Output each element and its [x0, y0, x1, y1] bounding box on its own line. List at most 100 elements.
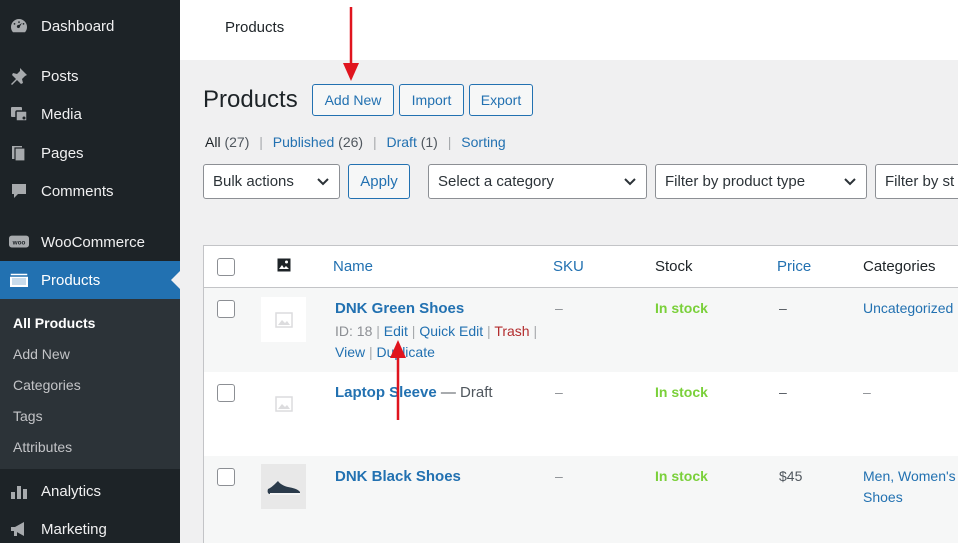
product-name-link[interactable]: DNK Green Shoes	[335, 300, 464, 317]
separator: |	[487, 323, 491, 339]
category-value: –	[863, 384, 871, 400]
megaphone-icon	[9, 519, 29, 539]
export-button[interactable]: Export	[469, 84, 533, 116]
image-column-icon	[277, 258, 291, 277]
menu-products[interactable]: Products	[0, 261, 180, 299]
placeholder-image-icon	[274, 311, 293, 328]
stock-status: In stock	[655, 300, 708, 316]
chevron-down-icon	[844, 178, 856, 186]
menu-woocommerce[interactable]: woo WooCommerce	[0, 223, 180, 261]
dashboard-icon	[9, 16, 29, 36]
annotation-arrow-up-icon	[390, 340, 406, 420]
menu-label: Posts	[41, 67, 79, 85]
category-value: Select a category	[438, 173, 554, 190]
shoe-image	[267, 480, 300, 495]
column-categories: Categories	[863, 258, 936, 275]
row-checkbox[interactable]	[217, 300, 235, 318]
separator: |	[533, 323, 538, 339]
menu-label: Dashboard	[41, 17, 115, 35]
header-title: Products	[225, 19, 285, 36]
menu-pages[interactable]: Pages	[0, 134, 180, 172]
products-table: Name SKU Stock Price Categories DNK Gree…	[203, 245, 958, 543]
submenu-attributes[interactable]: Attributes	[13, 439, 72, 455]
product-thumbnail[interactable]	[261, 381, 306, 426]
menu-label: WooCommerce	[41, 233, 145, 251]
products-submenu: All Products Add New Categories Tags Att…	[0, 299, 180, 469]
price-value: –	[779, 384, 787, 400]
apply-button[interactable]: Apply	[348, 164, 410, 199]
row-checkbox[interactable]	[217, 384, 235, 402]
table-row: DNK Green Shoes ID: 18 | Edit | Quick Ed…	[204, 288, 958, 372]
import-button[interactable]: Import	[399, 84, 464, 116]
table-header: Name SKU Stock Price Categories	[204, 246, 958, 288]
stock-status: In stock	[655, 468, 708, 484]
view-all[interactable]: All	[205, 134, 221, 150]
stock-status: In stock	[655, 384, 708, 400]
menu-label: Comments	[41, 182, 114, 200]
menu-media[interactable]: Media	[0, 95, 180, 133]
media-icon	[9, 104, 29, 124]
menu-label: Marketing	[41, 520, 107, 538]
chevron-down-icon	[317, 178, 329, 186]
stock-status-value: Filter by st	[885, 173, 955, 190]
product-id: ID: 18	[335, 323, 373, 339]
separator: |	[259, 134, 263, 150]
stock-status-select[interactable]: Filter by st	[875, 164, 958, 199]
sku-value: –	[555, 384, 563, 400]
add-new-button[interactable]: Add New	[312, 84, 394, 116]
column-sku[interactable]: SKU	[553, 258, 584, 275]
view-link[interactable]: View	[335, 344, 365, 360]
separator: |	[376, 323, 380, 339]
row-actions: ID: 18 | Edit | Quick Edit | Trash | Vie…	[335, 321, 550, 363]
submenu-add-new[interactable]: Add New	[13, 346, 70, 362]
view-draft[interactable]: Draft	[387, 134, 417, 150]
menu-comments[interactable]: Comments	[0, 172, 180, 210]
product-state: — Draft	[436, 384, 493, 401]
product-type-value: Filter by product type	[665, 173, 806, 190]
menu-marketing[interactable]: Marketing	[0, 510, 180, 543]
submenu-categories[interactable]: Categories	[13, 377, 81, 393]
admin-sidebar: Dashboard Posts Media Pages Comments woo…	[0, 0, 180, 543]
view-all-count: (27)	[224, 134, 250, 150]
category-links[interactable]: Men, Women's Shoes	[863, 466, 958, 508]
view-published[interactable]: Published	[273, 134, 335, 150]
product-thumbnail[interactable]	[261, 297, 306, 342]
product-thumbnail[interactable]	[261, 464, 306, 509]
menu-label: Products	[41, 271, 101, 289]
menu-posts[interactable]: Posts	[0, 57, 180, 95]
column-price[interactable]: Price	[777, 258, 811, 275]
submenu-all-products[interactable]: All Products	[13, 315, 95, 331]
archive-icon	[9, 270, 29, 290]
separator: |	[447, 134, 452, 150]
sku-value: –	[555, 300, 563, 316]
product-name-link[interactable]: DNK Black Shoes	[335, 468, 461, 485]
product-name-link[interactable]: Laptop Sleeve	[335, 384, 437, 401]
category-link[interactable]: Uncategorized	[863, 298, 958, 319]
category-select[interactable]: Select a category	[428, 164, 647, 199]
product-type-select[interactable]: Filter by product type	[655, 164, 867, 199]
view-sorting[interactable]: Sorting	[461, 134, 505, 150]
status-views: All (27) | Published (26) | Draft (1) | …	[205, 134, 506, 150]
page-title: Products	[203, 86, 298, 113]
svg-text:woo: woo	[12, 239, 26, 246]
separator: |	[411, 323, 416, 339]
column-stock: Stock	[655, 258, 693, 275]
menu-label: Media	[41, 105, 82, 123]
bulk-actions-value: Bulk actions	[213, 173, 294, 190]
pin-icon	[9, 66, 29, 86]
trash-link[interactable]: Trash	[494, 323, 529, 339]
chart-bar-icon	[9, 481, 29, 501]
bulk-actions-select[interactable]: Bulk actions	[203, 164, 340, 199]
quick-edit-link[interactable]: Quick Edit	[419, 323, 483, 339]
menu-analytics[interactable]: Analytics	[0, 472, 180, 510]
row-checkbox[interactable]	[217, 468, 235, 486]
separator: |	[372, 134, 377, 150]
column-name[interactable]: Name	[333, 258, 373, 275]
price-value: $45	[779, 468, 803, 484]
submenu-tags[interactable]: Tags	[13, 408, 43, 424]
woo-icon: woo	[9, 232, 29, 252]
annotation-arrow-down-icon	[343, 7, 359, 81]
select-all-checkbox[interactable]	[217, 258, 235, 276]
chevron-down-icon	[624, 178, 636, 186]
menu-dashboard[interactable]: Dashboard	[0, 7, 180, 45]
